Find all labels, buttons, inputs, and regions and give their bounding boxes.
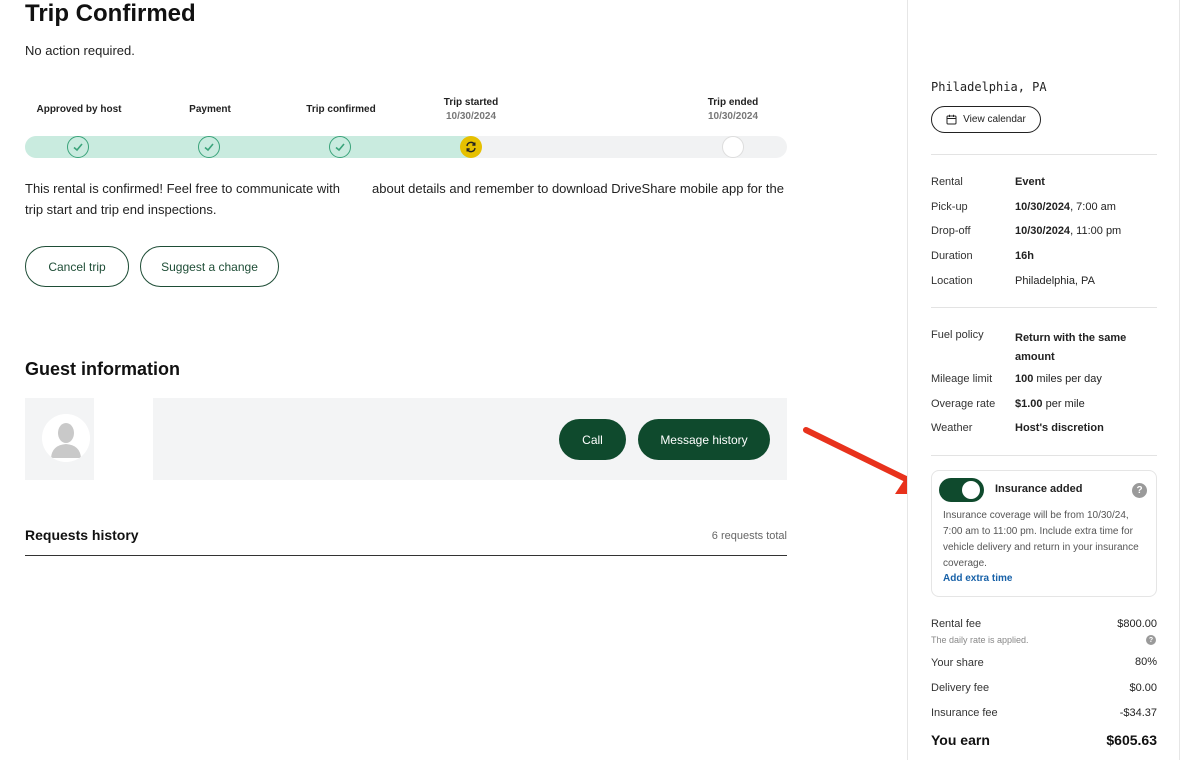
earnings-label: You earn — [931, 732, 990, 748]
detail-value-dropoff: 10/30/2024, 11:00 pm — [1015, 225, 1122, 237]
fee-label-share: Your share — [931, 657, 984, 669]
fee-value-delivery: $0.00 — [1129, 682, 1157, 694]
pending-step-icon — [722, 136, 744, 158]
insurance-toggle-knob — [962, 481, 980, 499]
check-icon — [329, 136, 351, 158]
fee-note-daily-rate: The daily rate is applied. — [931, 635, 1029, 645]
detail-value-duration: 16h — [1015, 250, 1034, 262]
policy-label-mileage: Mileage limit — [931, 373, 993, 385]
page-subtitle: No action required. — [25, 43, 135, 58]
policy-label-overage: Overage rate — [931, 398, 996, 410]
step-label-approved: Approved by host — [36, 104, 122, 115]
policy-value-fuel: Return with the same amount — [1015, 332, 1127, 363]
check-icon — [67, 136, 89, 158]
divider — [25, 555, 787, 556]
detail-value-pickup: 10/30/2024, 7:00 am — [1015, 201, 1116, 213]
progress-fill — [25, 136, 471, 158]
calendar-icon — [946, 114, 957, 125]
step-label-trip-started: Trip started 10/30/2024 — [426, 97, 516, 122]
fee-label-insurance: Insurance fee — [931, 707, 998, 719]
policy-value-weather: Host's discretion — [1015, 422, 1104, 434]
confirmation-message: This rental is confirmed! Feel free to c… — [25, 181, 784, 217]
policy-label-weather: Weather — [931, 422, 973, 434]
policy-value-mileage: 100 miles per day — [1015, 373, 1102, 385]
step-date-trip-started: 10/30/2024 — [445, 111, 497, 122]
policy-value-overage: $1.00 per mile — [1015, 398, 1085, 410]
detail-label-pickup: Pick-up — [931, 201, 968, 213]
detail-label-duration: Duration — [931, 250, 973, 262]
cancel-trip-button[interactable]: Cancel trip — [25, 246, 129, 287]
divider — [931, 455, 1157, 456]
earnings-value: $605.63 — [1106, 732, 1157, 748]
divider — [931, 307, 1157, 308]
step-date-trip-ended: 10/30/2024 — [707, 111, 759, 122]
message-history-button[interactable]: Message history — [638, 419, 770, 460]
policy-label-fuel: Fuel policy — [931, 329, 984, 341]
avatar — [42, 414, 90, 462]
requests-total: 6 requests total — [711, 530, 787, 542]
fee-label-rental: Rental fee — [931, 618, 982, 630]
detail-value-rental: Event — [1015, 176, 1045, 188]
detail-value-location: Philadelphia, PA — [1015, 275, 1095, 287]
divider — [931, 154, 1157, 155]
detail-label-location: Location — [931, 275, 973, 287]
fee-label-delivery: Delivery fee — [931, 682, 990, 694]
page-title: Trip Confirmed — [25, 0, 196, 27]
step-label-trip-confirmed: Trip confirmed — [306, 104, 376, 115]
fee-value-rental: $800.00 — [1117, 618, 1157, 630]
insurance-description: Insurance coverage will be from 10/30/24… — [943, 510, 1139, 569]
sync-icon — [460, 136, 482, 158]
fee-value-share: 80% — [1134, 656, 1157, 668]
trip-city: Philadelphia, PA — [931, 80, 1047, 94]
check-icon — [198, 136, 220, 158]
help-icon[interactable]: ? — [1132, 483, 1147, 498]
guest-name-placeholder — [94, 398, 153, 480]
call-button[interactable]: Call — [559, 419, 626, 460]
detail-label-rental: Rental — [931, 176, 963, 188]
detail-label-dropoff: Drop-off — [931, 225, 971, 237]
add-extra-time-link[interactable]: Add extra time — [943, 573, 1012, 584]
requests-history-title[interactable]: Requests history — [25, 527, 139, 543]
guest-information-title: Guest information — [25, 359, 181, 379]
step-label-payment: Payment — [189, 104, 231, 115]
view-calendar-button[interactable]: View calendar — [931, 106, 1041, 133]
insurance-title: Insurance added — [995, 483, 1083, 495]
help-icon[interactable]: ? — [1146, 635, 1156, 645]
fee-value-insurance: -$34.37 — [1119, 707, 1157, 719]
suggest-change-button[interactable]: Suggest a change — [140, 246, 279, 287]
step-label-trip-ended: Trip ended 10/30/2024 — [688, 97, 778, 122]
